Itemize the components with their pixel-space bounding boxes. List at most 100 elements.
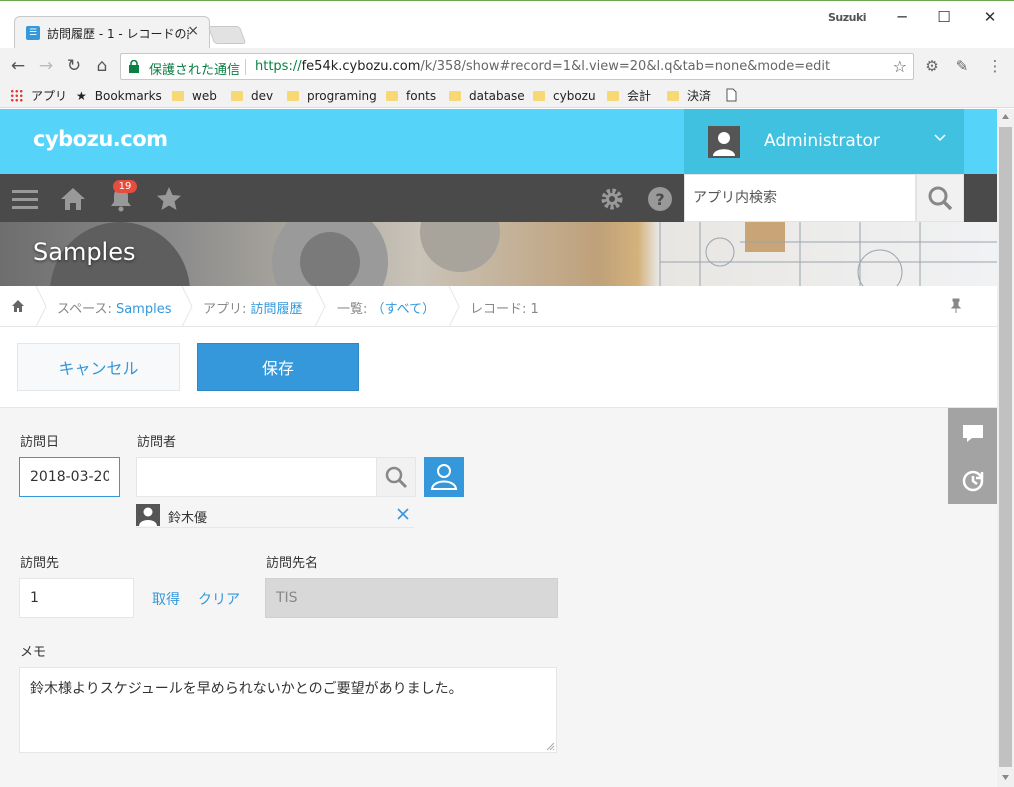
bookmark-bookmarks[interactable]: ★ Bookmarks (76, 88, 162, 104)
comment-bubble-icon[interactable] (960, 420, 986, 446)
fetch-lookup-link[interactable]: 取得 (152, 589, 180, 609)
window-close-button[interactable]: ✕ (975, 5, 1005, 29)
destination-input[interactable] (19, 578, 134, 618)
breadcrumb-list-link[interactable]: （すべて） (372, 302, 436, 317)
app-search-button[interactable] (916, 174, 964, 222)
visit-date-input[interactable] (19, 457, 120, 497)
portal-home-icon[interactable] (59, 185, 87, 213)
bookmark-folder-label: dev (251, 89, 274, 103)
breadcrumb-list[interactable]: 一覧: （すべて） (337, 298, 435, 317)
destination-name-field (265, 578, 558, 618)
record-side-panel (948, 408, 997, 504)
back-arrow-icon[interactable]: ← (6, 54, 30, 78)
destination-name-label: 訪問先名 (266, 556, 319, 571)
bookmark-folder-label: cybozu (553, 89, 596, 103)
browser-tab-title: 訪問履歴 - 1 - レコードの詳 (47, 27, 189, 41)
bookmark-folder-programing[interactable]: programing (287, 88, 377, 104)
url-text[interactable]: https://fe54k.cybozu.com/k/358/show#reco… (255, 59, 830, 74)
bookmark-folder-label: database (469, 89, 525, 103)
tab-close-icon[interactable]: × (187, 23, 199, 39)
scroll-up-arrow-icon[interactable] (1001, 112, 1010, 121)
user-avatar-icon (708, 126, 740, 158)
scroll-down-arrow-icon[interactable] (1001, 773, 1010, 782)
selected-visitor: 鈴木優 (136, 504, 414, 528)
gear-banner-image (50, 222, 997, 286)
textarea-resize-grip-icon[interactable] (546, 742, 555, 751)
save-button[interactable]: 保存 (197, 343, 359, 391)
bookmark-folder-label: programing (307, 89, 377, 103)
record-edit-form: 訪問日 訪問者 鈴木優 訪問先 取得 クリア 訪問先名 メモ 鈴木様よりスケジュ… (0, 408, 947, 787)
reload-icon[interactable]: ↻ (62, 54, 86, 78)
breadcrumb-separator (181, 286, 193, 327)
browser-tab-active[interactable]: ☰ 訪問履歴 - 1 - レコードの詳 × (14, 16, 210, 49)
memo-textarea[interactable]: 鈴木様よりスケジュールを早められないかとのご要望がありました。 (19, 667, 557, 753)
memo-label: メモ (20, 645, 47, 660)
destination-label: 訪問先 (20, 556, 60, 571)
breadcrumb-app[interactable]: アプリ: 訪問履歴 (203, 298, 303, 317)
history-clock-icon[interactable] (960, 468, 986, 494)
folder-icon (533, 91, 545, 101)
breadcrumb-home-icon[interactable] (11, 299, 25, 313)
visit-date-label: 訪問日 (20, 435, 60, 450)
folder-icon (607, 91, 619, 101)
breadcrumb: スペース: Samples アプリ: 訪問履歴 一覧: （すべて） レコード: … (0, 286, 997, 327)
bookmark-page-icon[interactable] (726, 88, 737, 104)
visitor-search-button[interactable] (376, 457, 416, 497)
browser-tabstrip: ☰ 訪問履歴 - 1 - レコードの詳 × Suzuki ─ ☐ ✕ (0, 0, 1014, 49)
user-name: Administrator (764, 131, 880, 151)
bookmark-folder-label: 決済 (687, 89, 712, 103)
bookmark-folder-payment[interactable]: 決済 (667, 88, 711, 104)
forward-arrow-icon[interactable]: → (34, 54, 58, 78)
address-bar[interactable]: 保護された通信 https://fe54k.cybozu.com/k/358/s… (120, 53, 914, 80)
breadcrumb-record: レコード: 1 (470, 302, 539, 317)
breadcrumb-app-link[interactable]: 訪問履歴 (251, 302, 303, 317)
menu-hamburger-icon[interactable] (11, 185, 39, 213)
folder-icon (287, 91, 299, 101)
favorites-star-icon[interactable] (155, 185, 183, 213)
bookmark-folder-web[interactable]: web (172, 88, 217, 104)
window-profile-name[interactable]: Suzuki (828, 11, 867, 24)
bookmarks-bar: アプリ ★ Bookmarks web dev programing fonts … (0, 84, 1014, 108)
url-path: /k/358/show#record=1&l.view=20&l.q&tab=n… (420, 59, 831, 74)
home-icon[interactable]: ⌂ (90, 54, 114, 78)
bookmark-folder-database[interactable]: database (449, 88, 525, 104)
breadcrumb-list-prefix: 一覧: (337, 302, 372, 317)
user-menu[interactable]: Administrator (684, 109, 964, 174)
new-tab-button[interactable] (207, 26, 247, 44)
breadcrumb-app-prefix: アプリ: (203, 302, 251, 317)
window-minimize-button[interactable]: ─ (887, 5, 917, 29)
help-question-icon[interactable]: ? (646, 185, 674, 213)
kintone-favicon-icon: ☰ (26, 26, 40, 40)
clear-lookup-link[interactable]: クリア (198, 589, 240, 609)
folder-icon (449, 91, 461, 101)
svg-text:?: ? (655, 190, 664, 209)
bookmark-folder-dev[interactable]: dev (231, 88, 273, 104)
visitor-search-input[interactable] (136, 457, 377, 497)
visitor-picker-button[interactable] (424, 457, 464, 497)
url-host: fe54k.cybozu.com (301, 59, 421, 74)
pin-icon[interactable] (948, 298, 964, 314)
bookmark-folder-fonts[interactable]: fonts (386, 88, 436, 104)
lock-icon (129, 60, 139, 73)
settings-gear-icon[interactable] (598, 185, 626, 213)
window-maximize-button[interactable]: ☐ (929, 5, 959, 29)
bookmark-folder-accounting[interactable]: 会計 (607, 88, 651, 104)
folder-icon (231, 91, 243, 101)
breadcrumb-space[interactable]: スペース: Samples (57, 298, 171, 317)
scrollbar-thumb[interactable] (999, 127, 1012, 767)
cancel-button[interactable]: キャンセル (17, 343, 180, 391)
breadcrumb-space-link[interactable]: Samples (116, 302, 172, 317)
cybozu-logo[interactable]: cybozu.com (33, 127, 168, 151)
visitor-label: 訪問者 (137, 435, 177, 450)
bookmark-star-icon[interactable]: ☆ (893, 57, 907, 76)
chrome-menu-icon[interactable]: ⋮ (985, 56, 1005, 76)
app-search-input[interactable] (684, 174, 916, 222)
page-scrollbar[interactable] (997, 109, 1014, 787)
remove-user-close-icon[interactable] (396, 507, 410, 521)
apps-grid-icon (10, 89, 23, 102)
extension-gear-icon[interactable]: ⚙ (922, 56, 942, 76)
bookmark-folder-cybozu[interactable]: cybozu (533, 88, 596, 104)
extension-tool-icon[interactable]: ✎ (952, 56, 972, 76)
bookmark-apps[interactable]: アプリ (10, 88, 67, 104)
search-icon (928, 186, 953, 211)
